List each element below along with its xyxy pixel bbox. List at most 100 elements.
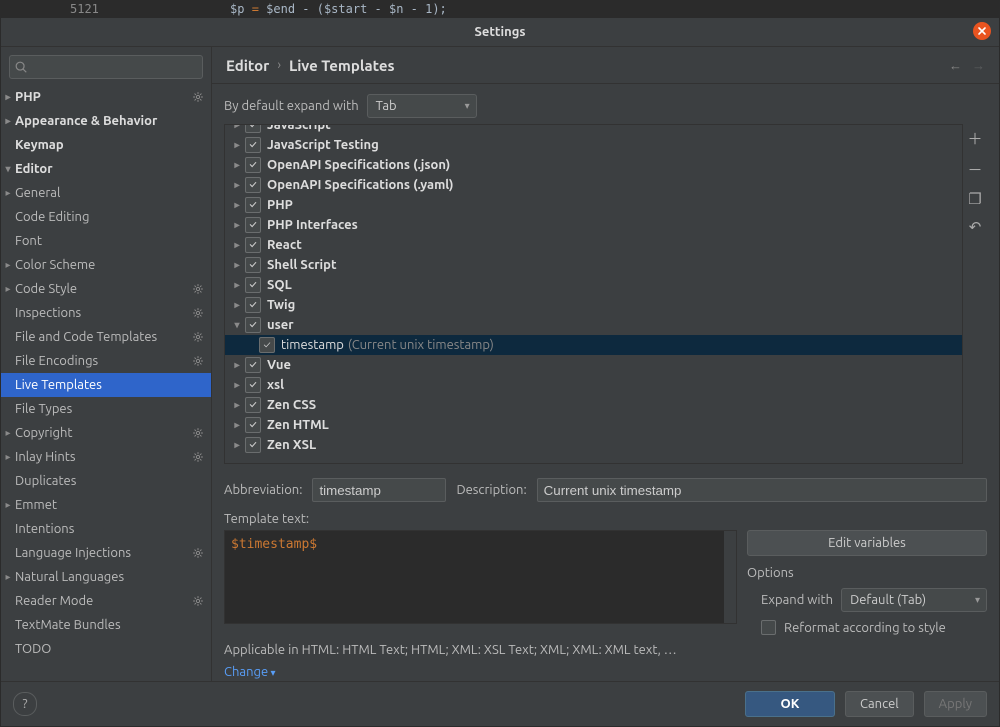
group-checkbox[interactable] — [245, 257, 261, 273]
template-group[interactable]: ▸PHP Interfaces — [225, 215, 962, 235]
template-group[interactable]: ▸JavaScript — [225, 124, 962, 135]
sidebar-item[interactable]: Intentions — [1, 517, 211, 541]
group-checkbox[interactable] — [245, 177, 261, 193]
group-label: Vue — [267, 358, 291, 372]
template-group[interactable]: ▸Zen XSL — [225, 435, 962, 455]
apply-button[interactable]: Apply — [924, 691, 987, 717]
group-checkbox[interactable] — [245, 417, 261, 433]
sidebar-item[interactable]: Keymap — [1, 133, 211, 157]
sidebar-item[interactable]: ▸Copyright — [1, 421, 211, 445]
group-checkbox[interactable] — [245, 217, 261, 233]
sidebar-item[interactable]: Code Editing — [1, 205, 211, 229]
group-checkbox[interactable] — [245, 357, 261, 373]
template-checkbox[interactable] — [259, 337, 275, 353]
group-label: xsl — [267, 378, 284, 392]
template-group[interactable]: ▸Twig — [225, 295, 962, 315]
chevron-icon[interactable]: ▾ — [229, 319, 245, 331]
template-group[interactable]: ▸OpenAPI Specifications (.yaml) — [225, 175, 962, 195]
group-checkbox[interactable] — [245, 157, 261, 173]
nav-back-icon[interactable]: ← — [949, 58, 962, 73]
abbreviation-input[interactable] — [312, 478, 446, 502]
sidebar-item[interactable]: File Encodings — [1, 349, 211, 373]
template-group[interactable]: ▸SQL — [225, 275, 962, 295]
sidebar-item-label: Code Style — [15, 282, 191, 296]
group-checkbox[interactable] — [245, 197, 261, 213]
chevron-icon[interactable]: ▸ — [229, 219, 245, 231]
template-group[interactable]: ▸React — [225, 235, 962, 255]
sidebar-item[interactable]: File Types — [1, 397, 211, 421]
sidebar-item[interactable]: TODO — [1, 637, 211, 661]
template-item[interactable]: timestamp (Current unix timestamp) — [225, 335, 962, 355]
template-group[interactable]: ▸OpenAPI Specifications (.json) — [225, 155, 962, 175]
sidebar-item[interactable]: File and Code Templates — [1, 325, 211, 349]
sidebar-item[interactable]: ▸Code Style — [1, 277, 211, 301]
chevron-icon[interactable]: ▸ — [229, 439, 245, 451]
group-checkbox[interactable] — [245, 397, 261, 413]
ok-button[interactable]: OK — [745, 691, 835, 717]
chevron-icon[interactable]: ▸ — [229, 299, 245, 311]
chevron-icon[interactable]: ▸ — [229, 399, 245, 411]
sidebar-item[interactable]: ▸PHP — [1, 85, 211, 109]
copy-icon[interactable]: ❐ — [968, 190, 981, 208]
chevron-icon[interactable]: ▸ — [229, 379, 245, 391]
sidebar-item[interactable]: ▾Editor — [1, 157, 211, 181]
chevron-icon[interactable]: ▸ — [229, 359, 245, 371]
expand-with-option-combo[interactable]: Default (Tab) — [841, 588, 987, 612]
sidebar-item[interactable]: ▸Emmet — [1, 493, 211, 517]
chevron-icon[interactable]: ▸ — [229, 279, 245, 291]
template-group[interactable]: ▸PHP — [225, 195, 962, 215]
close-icon[interactable] — [973, 22, 991, 40]
sidebar-item[interactable]: ▸Inlay Hints — [1, 445, 211, 469]
chevron-icon[interactable]: ▸ — [229, 124, 245, 131]
reformat-checkbox[interactable] — [761, 620, 776, 635]
scrollbar[interactable] — [724, 531, 736, 623]
change-link[interactable]: Change — [224, 665, 275, 679]
sidebar-item[interactable]: ▸Color Scheme — [1, 253, 211, 277]
undo-icon[interactable]: ↶ — [969, 218, 982, 236]
remove-icon[interactable]: － — [967, 159, 982, 180]
chevron-icon[interactable]: ▸ — [229, 419, 245, 431]
sidebar-item[interactable]: Reader Mode — [1, 589, 211, 613]
group-checkbox[interactable] — [245, 317, 261, 333]
add-icon[interactable]: ＋ — [967, 128, 982, 149]
chevron-icon[interactable]: ▸ — [229, 159, 245, 171]
description-input[interactable] — [537, 478, 987, 502]
chevron-icon[interactable]: ▸ — [229, 239, 245, 251]
sidebar-item[interactable]: Language Injections — [1, 541, 211, 565]
expand-with-combo[interactable]: Tab — [367, 94, 477, 118]
template-group[interactable]: ▾user — [225, 315, 962, 335]
chevron-icon[interactable]: ▸ — [229, 259, 245, 271]
group-checkbox[interactable] — [245, 377, 261, 393]
group-checkbox[interactable] — [245, 137, 261, 153]
sidebar-item[interactable]: Duplicates — [1, 469, 211, 493]
sidebar-item[interactable]: Font — [1, 229, 211, 253]
template-group[interactable]: ▸ Vue — [225, 355, 962, 375]
template-group[interactable]: ▸ xsl — [225, 375, 962, 395]
chevron-icon[interactable]: ▸ — [229, 179, 245, 191]
group-checkbox[interactable] — [245, 297, 261, 313]
template-groups-list[interactable]: ▸JavaScript▸JavaScript Testing▸OpenAPI S… — [224, 124, 963, 464]
search-input[interactable] — [9, 55, 203, 79]
sidebar-item[interactable]: TextMate Bundles — [1, 613, 211, 637]
edit-variables-button[interactable]: Edit variables — [747, 530, 987, 556]
chevron-icon[interactable]: ▸ — [229, 199, 245, 211]
settings-tree[interactable]: ▸PHP▸Appearance & BehaviorKeymap▾Editor▸… — [1, 85, 211, 681]
template-group[interactable]: ▸Zen CSS — [225, 395, 962, 415]
sidebar-item[interactable]: ▸General — [1, 181, 211, 205]
template-group[interactable]: ▸Shell Script — [225, 255, 962, 275]
chevron-icon[interactable]: ▸ — [229, 139, 245, 151]
template-group[interactable]: ▸Zen HTML — [225, 415, 962, 435]
template-group[interactable]: ▸JavaScript Testing — [225, 135, 962, 155]
group-checkbox[interactable] — [245, 237, 261, 253]
sidebar-item[interactable]: Inspections — [1, 301, 211, 325]
sidebar-item[interactable]: ▸Natural Languages — [1, 565, 211, 589]
cancel-button[interactable]: Cancel — [845, 691, 914, 717]
sidebar-item[interactable]: Live Templates — [1, 373, 211, 397]
group-checkbox[interactable] — [245, 437, 261, 453]
sidebar-item[interactable]: ▸Appearance & Behavior — [1, 109, 211, 133]
nav-forward-icon[interactable]: → — [972, 58, 985, 73]
template-text-input[interactable]: $timestamp$ — [224, 530, 737, 624]
group-checkbox[interactable] — [245, 124, 261, 133]
group-checkbox[interactable] — [245, 277, 261, 293]
help-button[interactable]: ? — [13, 692, 37, 716]
